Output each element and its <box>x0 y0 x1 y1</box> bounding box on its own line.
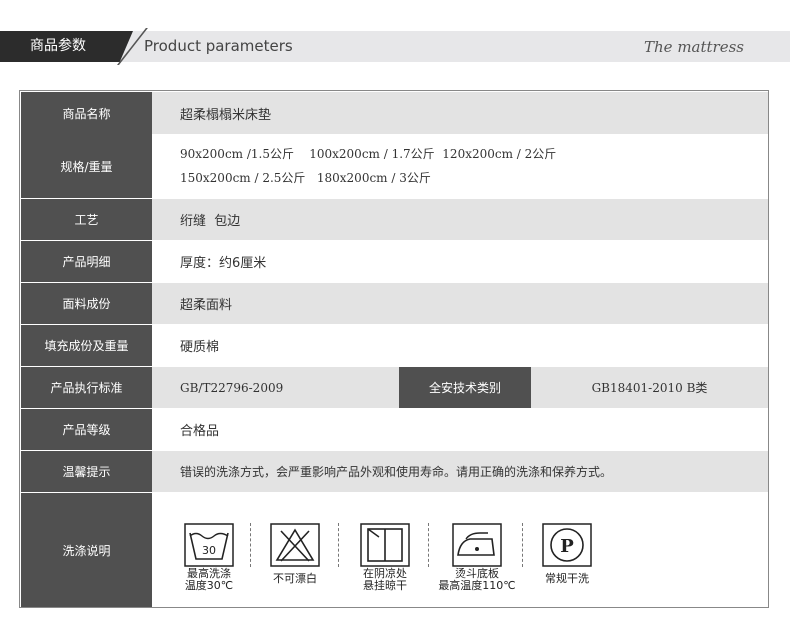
parameter-table: 商品名称 超柔榻榻米床垫 规格/重量 90x200cm /1.5公斤 100x2… <box>19 90 769 608</box>
row-label: 商品名称 <box>21 92 152 134</box>
table-row-name: 商品名称 超柔榻榻米床垫 <box>20 92 768 134</box>
spec-line-1: 90x200cm /1.5公斤 100x200cm / 1.7公斤 120x20… <box>180 147 557 161</box>
row-value: 合格品 <box>152 409 768 450</box>
table-row-filling: 填充成份及重量 硬质棉 <box>20 325 768 366</box>
iron-icon <box>452 523 502 567</box>
dry-in-shade-icon <box>360 523 410 567</box>
wash-30-item: 30 最高洗涤 温度30℃ <box>174 523 244 591</box>
row-value: 超柔面料 <box>152 283 768 324</box>
header-subtitle: Product parameters <box>144 37 293 55</box>
spec-line-2: 150x200cm / 2.5公斤 180x200cm / 3公斤 <box>180 171 431 185</box>
brand-logo-text: The mattress <box>644 38 744 56</box>
icon-divider <box>250 523 251 567</box>
icon-divider <box>338 523 339 567</box>
standard-value: GB/T22796-2009 <box>152 367 399 408</box>
safety-category-label: 全安技术类别 <box>399 367 531 408</box>
table-row-standard: 产品执行标准 GB/T22796-2009 全安技术类别 GB18401-201… <box>20 367 768 408</box>
safety-category-value: GB18401-2010 B类 <box>531 367 768 408</box>
row-label: 产品执行标准 <box>21 367 152 408</box>
icon-caption: 在阴凉处 <box>363 567 407 580</box>
table-row-washing: 洗涤说明 30 最高洗涤 温度30℃ 不可漂白 在阴凉处 悬挂晾干 烫斗底板 最… <box>20 493 768 607</box>
row-value: 90x200cm /1.5公斤 100x200cm / 1.7公斤 120x20… <box>152 134 768 198</box>
row-label: 洗涤说明 <box>21 493 152 607</box>
row-label: 规格/重量 <box>21 134 152 198</box>
row-value: 硬质棉 <box>152 325 768 366</box>
row-value: 超柔榻榻米床垫 <box>152 92 768 134</box>
row-value: 错误的洗涤方式，会严重影响产品外观和使用寿命。请用正确的洗涤和保养方式。 <box>152 451 768 492</box>
no-bleach-icon <box>270 523 320 567</box>
no-bleach-item: 不可漂白 <box>260 523 330 584</box>
table-row-spec: 规格/重量 90x200cm /1.5公斤 100x200cm / 1.7公斤 … <box>20 134 768 198</box>
washing-icons: 30 最高洗涤 温度30℃ 不可漂白 在阴凉处 悬挂晾干 烫斗底板 最高温度11… <box>152 493 768 607</box>
row-value: 绗缝 包边 <box>152 199 768 240</box>
icon-caption: 不可漂白 <box>273 572 317 585</box>
icon-divider <box>522 523 523 567</box>
dry-clean-icon: P <box>542 523 592 567</box>
icon-caption: 温度30℃ <box>184 579 234 592</box>
icon-caption: 最高温度110℃ <box>438 579 516 592</box>
table-row-craft: 工艺 绗缝 包边 <box>20 199 768 240</box>
row-label: 面料成份 <box>21 283 152 324</box>
header-tab-label: 商品参数 <box>30 38 86 54</box>
dry-clean-item: P 常规干洗 <box>532 523 602 584</box>
dry-clean-letter: P <box>560 536 574 557</box>
icon-caption: 常规干洗 <box>545 572 589 585</box>
table-row-grade: 产品等级 合格品 <box>20 409 768 450</box>
table-row-detail: 产品明细 厚度：约6厘米 <box>20 241 768 282</box>
row-value: 厚度：约6厘米 <box>152 241 768 282</box>
table-row-tips: 温馨提示 错误的洗涤方式，会严重影响产品外观和使用寿命。请用正确的洗涤和保养方式… <box>20 451 768 492</box>
icon-caption: 悬挂晾干 <box>363 579 407 592</box>
dry-in-shade-item: 在阴凉处 悬挂晾干 <box>350 523 420 591</box>
wash-30-icon: 30 <box>184 523 234 567</box>
row-label: 温馨提示 <box>21 451 152 492</box>
table-row-fabric: 面料成份 超柔面料 <box>20 283 768 324</box>
row-label: 工艺 <box>21 199 152 240</box>
icon-caption: 烫斗底板 <box>455 567 499 580</box>
row-label: 填充成份及重量 <box>21 325 152 366</box>
icon-divider <box>428 523 429 567</box>
wash-temp-number: 30 <box>202 544 216 557</box>
row-label: 产品等级 <box>21 409 152 450</box>
icon-caption: 最高洗涤 <box>187 567 231 580</box>
iron-item: 烫斗底板 最高温度110℃ <box>434 523 520 591</box>
row-label: 产品明细 <box>21 241 152 282</box>
